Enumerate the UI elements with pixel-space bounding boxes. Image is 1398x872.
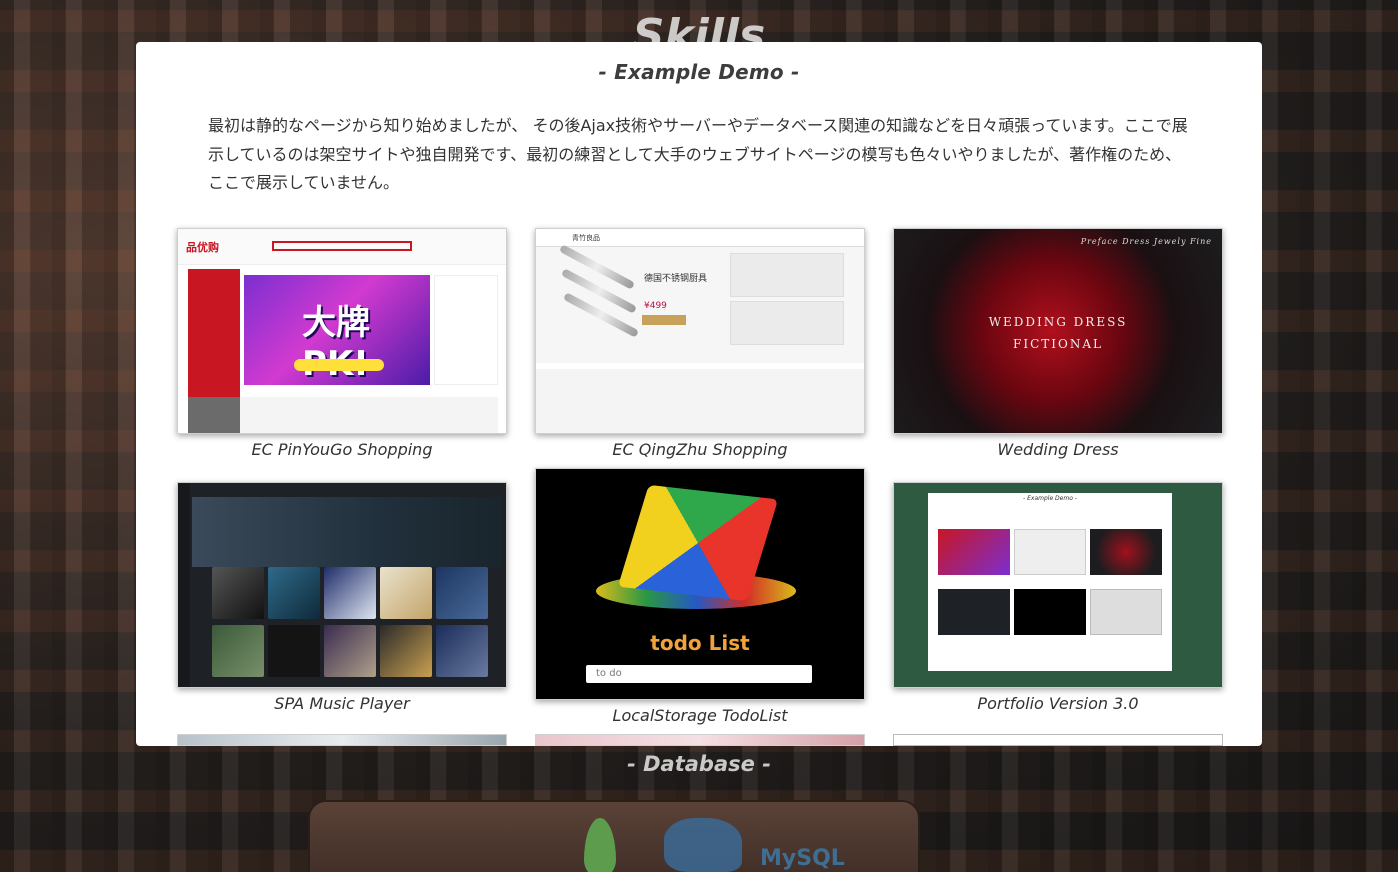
project-caption: EC QingZhu Shopping (612, 440, 788, 459)
project-card-partial[interactable] (893, 734, 1223, 746)
wedding-title: WEDDING DRESS (988, 315, 1128, 329)
todo-title: todo List (650, 631, 750, 655)
project-caption: SPA Music Player (274, 694, 410, 713)
project-card-pinyougo[interactable]: 品优购 大牌PK! EC PinYouGo Shopping (177, 228, 507, 462)
project-caption: Wedding Dress (997, 440, 1119, 459)
project-caption: EC PinYouGo Shopping (251, 440, 433, 459)
project-card-todolist[interactable]: todo List to do LocalStorage TodoList (535, 468, 865, 728)
qingzhu-logo: 青竹良品 (572, 234, 600, 242)
project-card-wedding[interactable]: Preface Dress Jewely Fine WEDDING DRESS … (893, 228, 1223, 462)
portfolio-mini-title: - Example Demo - (1023, 495, 1077, 502)
project-thumbnail-wedding[interactable]: Preface Dress Jewely Fine WEDDING DRESS … (893, 228, 1223, 434)
project-card-qingzhu[interactable]: 青竹良品 德国不锈钢厨具 ¥499 EC QingZhu Shopping (535, 228, 865, 462)
project-grid: 品优购 大牌PK! EC PinYouGo Shopping 青竹良品 (136, 42, 1262, 746)
postgresql-logo-icon (664, 818, 742, 872)
project-card-portfolio[interactable]: - Example Demo - Portfolio Version 3.0 (893, 482, 1223, 716)
project-thumbnail-portfolio[interactable]: - Example Demo - (893, 482, 1223, 688)
database-section-title: - Database - (627, 752, 771, 776)
project-thumbnail-qingzhu[interactable]: 青竹良品 德国不锈钢厨具 ¥499 (535, 228, 865, 434)
project-card-partial[interactable] (177, 734, 507, 746)
project-thumbnail-music[interactable] (177, 482, 507, 688)
todo-input: to do (586, 665, 812, 683)
project-caption: Portfolio Version 3.0 (977, 694, 1139, 713)
project-thumbnail-todolist[interactable]: todo List to do (535, 468, 865, 700)
mysql-logo: MySQL (760, 846, 845, 871)
project-card-partial[interactable] (535, 734, 865, 746)
qingzhu-headline: 德国不锈钢厨具 (644, 274, 708, 284)
project-card-music[interactable]: SPA Music Player (177, 482, 507, 716)
example-demo-modal: - Example Demo - 最初は静的なページから知り始めましたが、 その… (136, 42, 1262, 746)
project-caption: LocalStorage TodoList (612, 706, 788, 725)
pinyougo-logo: 品优购 (186, 241, 219, 254)
project-thumbnail-pinyougo[interactable]: 品优购 大牌PK! (177, 228, 507, 434)
wedding-subtitle: FICTIONAL (1013, 337, 1103, 351)
wedding-menu: Preface Dress Jewely Fine (1080, 237, 1212, 246)
